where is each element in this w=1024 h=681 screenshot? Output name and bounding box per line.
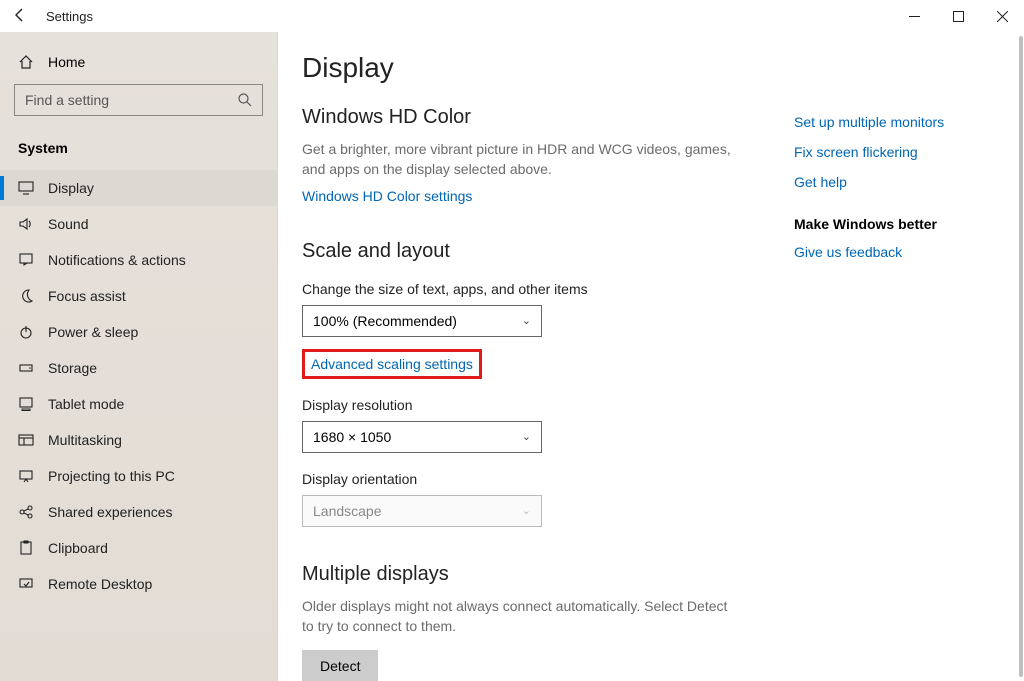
sound-icon: [18, 216, 34, 232]
search-input[interactable]: [14, 84, 263, 116]
sidebar-item-label: Shared experiences: [48, 504, 173, 520]
chevron-down-icon: ⌄: [522, 504, 531, 517]
chevron-down-icon: ⌄: [522, 430, 531, 443]
orientation-label: Display orientation: [302, 471, 994, 487]
textsize-label: Change the size of text, apps, and other…: [302, 281, 994, 297]
link-feedback[interactable]: Give us feedback: [794, 244, 994, 260]
textsize-value: 100% (Recommended): [313, 313, 457, 329]
multi-heading: Multiple displays: [302, 563, 994, 586]
feedback-heading: Make Windows better: [794, 216, 994, 232]
sidebar-item-notifications[interactable]: Notifications & actions: [0, 242, 277, 278]
remote-icon: [18, 576, 34, 592]
sidebar-item-label: Notifications & actions: [48, 252, 186, 268]
advanced-scaling-link[interactable]: Advanced scaling settings: [311, 356, 473, 372]
sidebar-item-label: Remote Desktop: [48, 576, 152, 592]
link-multiple-monitors[interactable]: Set up multiple monitors: [794, 114, 994, 130]
content-area: Display Windows HD Color Get a brighter,…: [278, 32, 1024, 681]
storage-icon: [18, 360, 34, 376]
resolution-dropdown[interactable]: 1680 × 1050 ⌄: [302, 421, 542, 453]
resolution-value: 1680 × 1050: [313, 429, 391, 445]
sidebar-item-remote[interactable]: Remote Desktop: [0, 566, 277, 602]
notification-icon: [18, 252, 34, 268]
sidebar-item-sound[interactable]: Sound: [0, 206, 277, 242]
back-button[interactable]: [0, 7, 40, 26]
close-button[interactable]: [980, 0, 1024, 32]
share-icon: [18, 504, 34, 520]
sidebar-item-label: Projecting to this PC: [48, 468, 175, 484]
sidebar-heading: System: [0, 134, 277, 170]
tablet-icon: [18, 396, 34, 412]
sidebar-item-shared[interactable]: Shared experiences: [0, 494, 277, 530]
moon-icon: [18, 288, 34, 304]
monitor-icon: [18, 180, 34, 196]
multitask-icon: [18, 432, 34, 448]
maximize-button[interactable]: [936, 0, 980, 32]
hdcolor-link[interactable]: Windows HD Color settings: [302, 188, 472, 204]
sidebar: Home System Display Sound Notifications …: [0, 32, 278, 681]
multi-desc: Older displays might not always connect …: [302, 596, 732, 637]
advanced-scaling-highlight: Advanced scaling settings: [302, 349, 482, 379]
page-title: Display: [302, 52, 994, 84]
sidebar-item-label: Multitasking: [48, 432, 122, 448]
scrollbar[interactable]: [1019, 36, 1023, 677]
home-button[interactable]: Home: [0, 46, 277, 84]
orientation-dropdown: Landscape ⌄: [302, 495, 542, 527]
resolution-label: Display resolution: [302, 397, 994, 413]
sidebar-item-label: Power & sleep: [48, 324, 138, 340]
window-title: Settings: [46, 9, 93, 24]
sidebar-item-label: Sound: [48, 216, 88, 232]
sidebar-item-storage[interactable]: Storage: [0, 350, 277, 386]
sidebar-item-display[interactable]: Display: [0, 170, 277, 206]
minimize-button[interactable]: [892, 0, 936, 32]
sidebar-item-focus[interactable]: Focus assist: [0, 278, 277, 314]
home-label: Home: [48, 54, 85, 70]
power-icon: [18, 324, 34, 340]
sidebar-item-label: Display: [48, 180, 94, 196]
titlebar: Settings: [0, 0, 1024, 32]
sidebar-item-label: Tablet mode: [48, 396, 124, 412]
clipboard-icon: [18, 540, 34, 556]
sidebar-item-multitasking[interactable]: Multitasking: [0, 422, 277, 458]
link-help[interactable]: Get help: [794, 174, 994, 190]
sidebar-item-label: Focus assist: [48, 288, 126, 304]
sidebar-item-label: Storage: [48, 360, 97, 376]
right-rail: Set up multiple monitors Fix screen flic…: [794, 114, 994, 274]
sidebar-item-clipboard[interactable]: Clipboard: [0, 530, 277, 566]
hdcolor-desc: Get a brighter, more vibrant picture in …: [302, 139, 732, 180]
sidebar-item-tablet[interactable]: Tablet mode: [0, 386, 277, 422]
textsize-dropdown[interactable]: 100% (Recommended) ⌄: [302, 305, 542, 337]
chevron-down-icon: ⌄: [522, 314, 531, 327]
detect-button[interactable]: Detect: [302, 650, 378, 681]
link-flickering[interactable]: Fix screen flickering: [794, 144, 994, 160]
orientation-value: Landscape: [313, 503, 382, 519]
projecting-icon: [18, 468, 34, 484]
sidebar-item-projecting[interactable]: Projecting to this PC: [0, 458, 277, 494]
sidebar-item-power[interactable]: Power & sleep: [0, 314, 277, 350]
home-icon: [18, 54, 34, 70]
sidebar-item-label: Clipboard: [48, 540, 108, 556]
